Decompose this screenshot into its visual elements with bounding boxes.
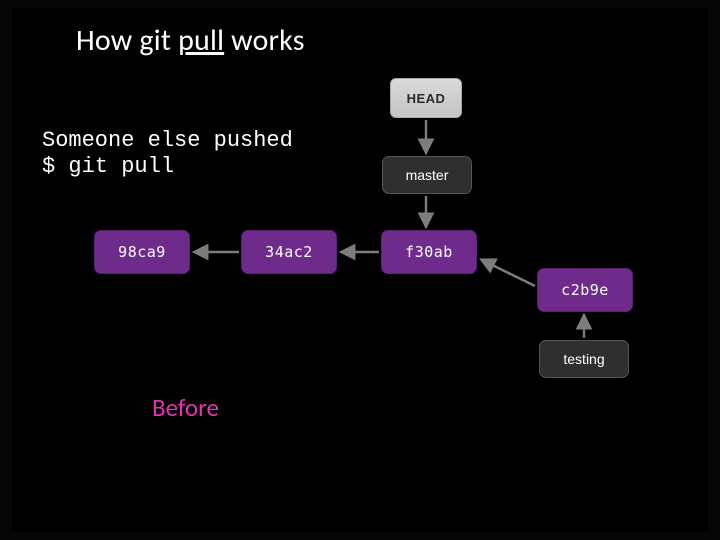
commit-f30ab: f30ab: [381, 230, 477, 274]
slide: How git pull works Someone else pushed $…: [12, 8, 708, 532]
title-post: works: [224, 22, 305, 59]
node-testing: testing: [539, 340, 629, 378]
commit-c2b9e: c2b9e: [537, 268, 633, 312]
slide-title: How git pull works: [76, 22, 305, 59]
node-testing-label: testing: [563, 351, 604, 367]
code-block: Someone else pushed $ git pull: [42, 128, 293, 180]
commit-34ac2: 34ac2: [241, 230, 337, 274]
node-master-label: master: [406, 167, 449, 183]
arrow-c2b9e-to-f30ab: [482, 260, 535, 286]
code-comment: Someone else pushed: [42, 128, 293, 153]
commit-f30ab-label: f30ab: [405, 243, 453, 261]
title-underline: pull: [178, 22, 224, 59]
node-head: HEAD: [390, 78, 462, 118]
code-prompt: $: [42, 154, 55, 179]
commit-c2b9e-label: c2b9e: [561, 281, 609, 299]
node-head-label: HEAD: [407, 91, 446, 106]
before-label: Before: [152, 392, 219, 423]
title-pre: How git: [76, 22, 178, 59]
code-command: git pull: [68, 154, 174, 179]
commit-98ca9-label: 98ca9: [118, 243, 166, 261]
node-master: master: [382, 156, 472, 194]
commit-34ac2-label: 34ac2: [265, 243, 313, 261]
commit-98ca9: 98ca9: [94, 230, 190, 274]
